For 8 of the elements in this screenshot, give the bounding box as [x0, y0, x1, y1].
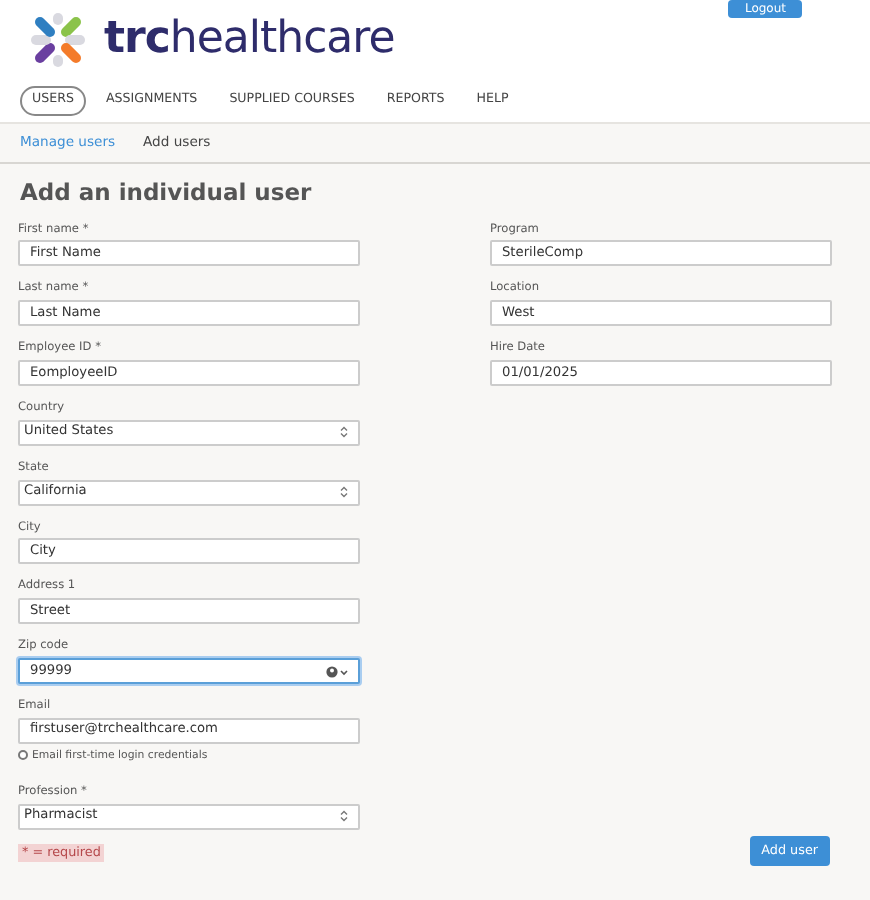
checkbox[interactable] — [18, 750, 28, 761]
select-arrows-icon — [340, 426, 348, 439]
form-title: Add an individual user — [20, 180, 314, 206]
logo-icon — [28, 10, 88, 70]
select-arrows-icon — [340, 486, 348, 499]
select-arrows-icon — [340, 810, 348, 823]
contact-card-icon — [326, 665, 348, 678]
logo-text: trchealthcare — [104, 18, 395, 62]
